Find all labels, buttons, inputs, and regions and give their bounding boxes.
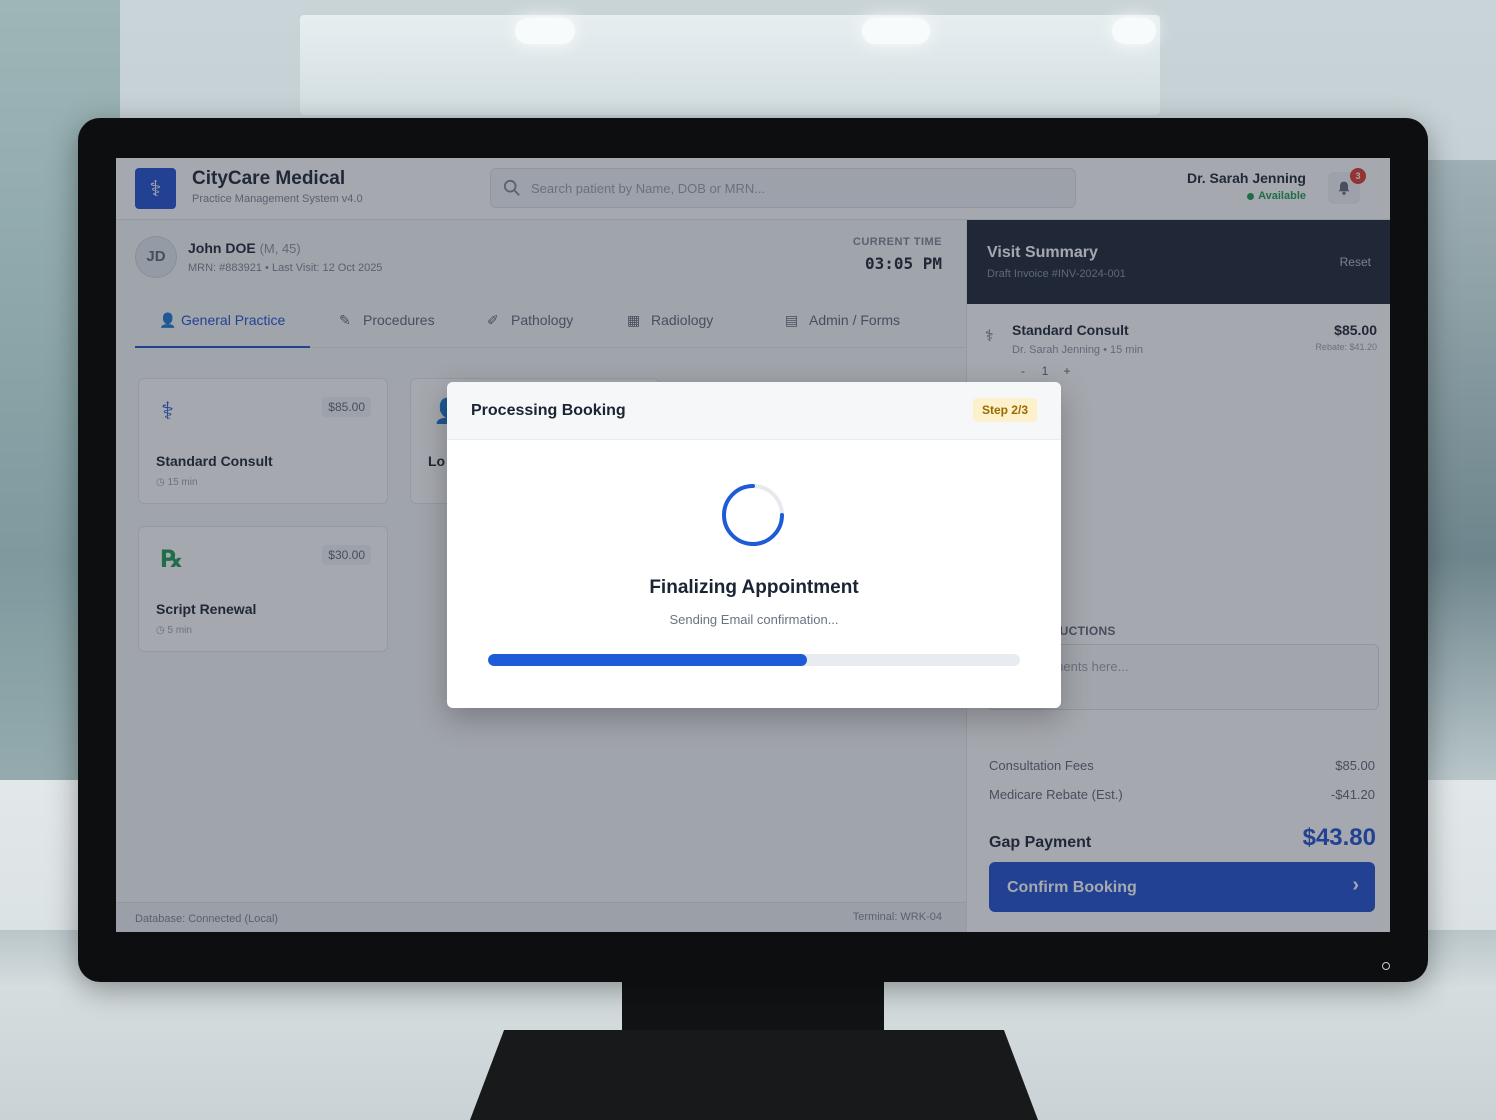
ceiling-light <box>515 18 575 44</box>
ceiling-light <box>862 18 930 44</box>
loading-spinner-icon <box>722 484 784 546</box>
power-led-icon <box>1382 962 1390 970</box>
progress-bar-fill <box>488 654 808 666</box>
monitor-stand-base <box>470 1030 1038 1120</box>
processing-modal: Processing Booking Step 2/3 Finalizing A… <box>447 382 1061 708</box>
background-wall-right <box>1416 160 1496 820</box>
modal-header: Processing Booking Step 2/3 <box>447 382 1061 440</box>
modal-message: Sending Email confirmation... <box>669 612 839 627</box>
monitor-screen: ⚕ CityCare Medical Practice Management S… <box>116 158 1390 932</box>
ceiling-light <box>1112 18 1156 44</box>
background-window <box>300 15 1160 115</box>
step-badge: Step 2/3 <box>972 398 1037 422</box>
modal-title: Processing Booking <box>471 402 626 419</box>
practice-app: ⚕ CityCare Medical Practice Management S… <box>116 158 1390 932</box>
modal-heading: Finalizing Appointment <box>649 577 859 598</box>
progress-bar <box>488 654 1020 666</box>
